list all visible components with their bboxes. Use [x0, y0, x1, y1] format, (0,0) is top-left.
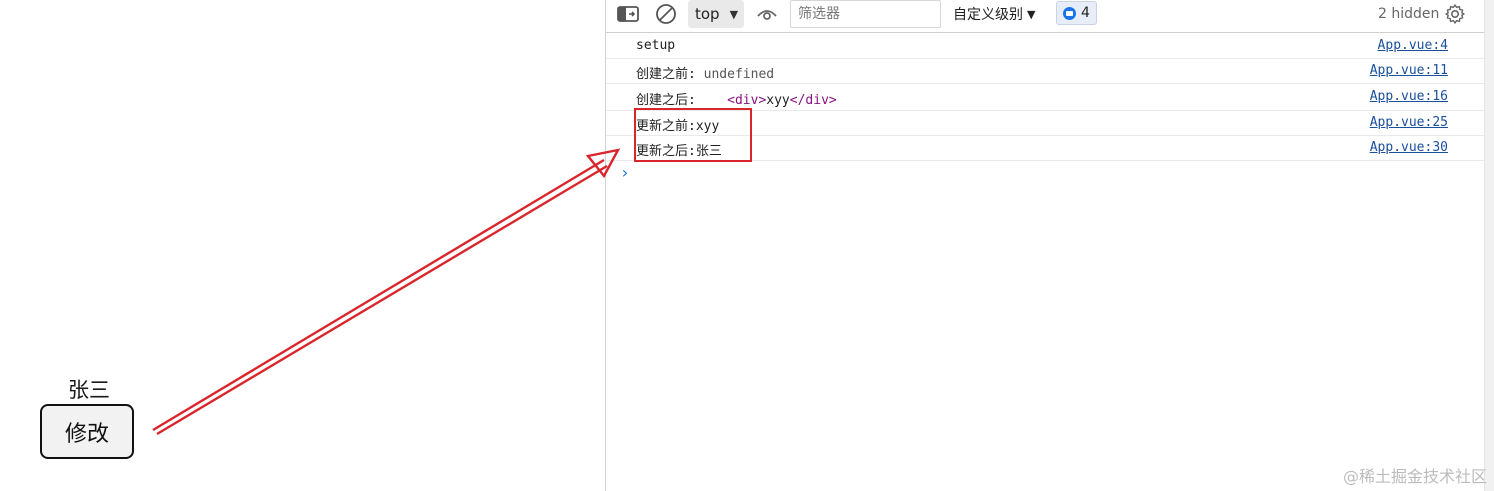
source-link[interactable]: App.vue:16: [1370, 89, 1448, 104]
log-levels-label: 自定义级别: [953, 7, 1023, 23]
live-expression-eye-icon[interactable]: [756, 0, 778, 28]
app-preview: 张三 修改: [0, 0, 605, 491]
gear-icon[interactable]: [1444, 0, 1466, 28]
modify-button[interactable]: 修改: [40, 404, 134, 459]
console-row: setup App.vue:4: [606, 34, 1485, 59]
dom-node-value[interactable]: <div>xyy</div>: [727, 93, 837, 108]
source-link[interactable]: App.vue:11: [1370, 63, 1448, 78]
filter-input[interactable]: [796, 1, 940, 27]
log-message: 创建之前: undefined: [636, 63, 774, 82]
log-label: 创建之后:: [636, 93, 696, 108]
name-text: 张三: [68, 378, 110, 402]
html-tag-close: </div>: [789, 93, 837, 108]
html-text: xyy: [766, 93, 790, 108]
hidden-count: 2 hidden: [1378, 6, 1440, 22]
chevron-down-icon: ▼: [1027, 7, 1036, 21]
watermark: @稀土掘金技术社区: [1342, 467, 1487, 486]
chevron-down-icon: ▼: [729, 7, 739, 21]
console-row: 创建之前: undefined App.vue:11: [606, 59, 1485, 84]
message-icon: [1063, 6, 1076, 20]
source-link[interactable]: App.vue:4: [1378, 38, 1448, 53]
html-tag-open: <div>: [727, 93, 767, 108]
console-toolbar: top ▼ 自定义级别 ▼ 4 2 hidden: [606, 0, 1485, 33]
annotation-highlight-box: [634, 108, 752, 162]
context-selector[interactable]: top ▼: [688, 0, 744, 28]
filter-field[interactable]: [790, 0, 941, 28]
source-link[interactable]: App.vue:30: [1370, 140, 1448, 155]
log-levels-dropdown[interactable]: 自定义级别 ▼: [953, 0, 1035, 28]
context-label: top: [695, 5, 720, 23]
log-label: 创建之前:: [636, 67, 696, 82]
clear-console-icon[interactable]: [655, 0, 677, 28]
issues-count: 4: [1081, 5, 1090, 21]
log-value: undefined: [703, 67, 775, 82]
sidebar-toggle-icon[interactable]: [617, 0, 639, 28]
issues-badge[interactable]: 4: [1056, 1, 1097, 25]
log-message: 创建之后: <div>xyy</div>: [636, 89, 837, 108]
console-prompt-chevron-icon[interactable]: ›: [620, 163, 630, 182]
source-link[interactable]: App.vue:25: [1370, 115, 1448, 130]
scrollbar[interactable]: [1484, 0, 1494, 491]
devtools-console-panel: top ▼ 自定义级别 ▼ 4 2 hidden: [605, 0, 1485, 491]
log-message: setup: [636, 38, 676, 53]
